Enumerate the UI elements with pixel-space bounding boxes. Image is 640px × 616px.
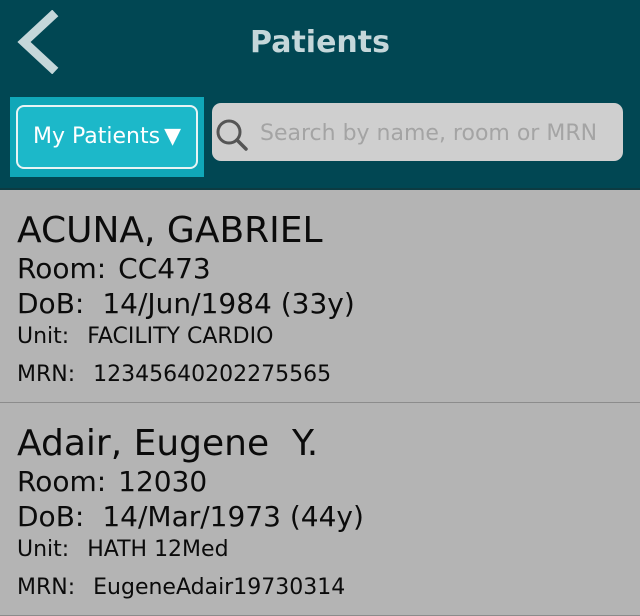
patient-filter-label: My Patients — [33, 124, 161, 149]
patient-filter-container: My Patients ▼ — [10, 97, 204, 177]
search-icon — [216, 119, 248, 151]
mrn-label: MRN: — [17, 575, 76, 600]
patient-mrn: MRN: 12345640202275565 — [17, 362, 331, 387]
unit-label: Unit: — [17, 324, 70, 349]
room-label: Room: — [17, 252, 107, 285]
patient-row[interactable]: ACUNA, GABRIEL Room: CC473 DoB: 14/Jun/198… — [0, 190, 640, 403]
patient-room: Room: 12030 — [17, 465, 207, 498]
unit-value: FACILITY CARDIO — [87, 324, 274, 349]
dob-value: 14/Jun/1984 (33y) — [102, 287, 355, 320]
page-title: Patients — [250, 25, 390, 60]
search-box[interactable] — [212, 103, 623, 163]
unit-value: HATH 12Med — [87, 537, 229, 562]
mrn-value: 12345640202275565 — [93, 362, 332, 387]
patient-dob: DoB: 14/Jun/1984 (33y) — [17, 287, 355, 320]
patient-unit: Unit: FACILITY CARDIO — [17, 324, 273, 349]
room-value: 12030 — [118, 465, 208, 498]
search-input[interactable] — [258, 103, 618, 163]
patient-list: ACUNA, GABRIEL Room: CC473 DoB: 14/Jun/198… — [0, 190, 640, 616]
patient-name: Adair, Eugene Y. — [17, 423, 319, 464]
unit-label: Unit: — [17, 537, 70, 562]
patient-unit: Unit: HATH 12Med — [17, 537, 229, 562]
patient-mrn: MRN: EugeneAdair19730314 — [17, 575, 345, 600]
app-header: Patients — [0, 0, 640, 86]
patient-dob: DoB: 14/Mar/1973 (44y) — [17, 500, 364, 533]
mrn-label: MRN: — [17, 362, 76, 387]
dob-label: DoB: — [17, 287, 85, 320]
room-value: CC473 — [118, 252, 211, 285]
caret-down-icon: ▼ — [164, 124, 181, 149]
patient-name: ACUNA, GABRIEL — [17, 210, 323, 251]
patient-filter-dropdown[interactable]: My Patients ▼ — [16, 105, 198, 169]
dob-value: 14/Mar/1973 (44y) — [102, 500, 364, 533]
room-label: Room: — [17, 465, 107, 498]
mrn-value: EugeneAdair19730314 — [93, 575, 346, 600]
filter-bar: My Patients ▼ — [0, 86, 640, 190]
patient-room: Room: CC473 — [17, 252, 211, 285]
dob-label: DoB: — [17, 500, 85, 533]
patient-row[interactable]: Adair, Eugene Y. Room: 12030 DoB: 14/Mar/1… — [0, 403, 640, 616]
